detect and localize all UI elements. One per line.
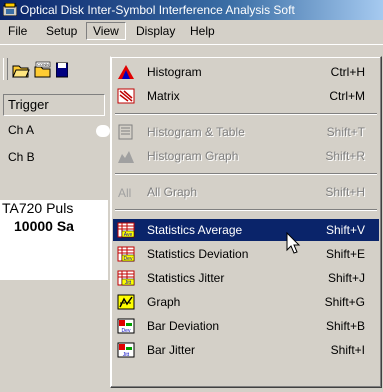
histogram-graph-icon <box>118 151 134 163</box>
histogram-icon <box>118 65 134 79</box>
menu-separator <box>115 173 377 175</box>
menu-item-histogram[interactable]: Histogram Ctrl+H <box>113 61 379 83</box>
menu-file[interactable]: File <box>2 23 33 39</box>
menu-item-histogram-table: Histogram & Table Shift+T <box>113 121 379 143</box>
channel-a-label: Ch A <box>8 123 35 137</box>
toolbar-grip[interactable] <box>3 58 8 80</box>
samples-label: 10000 Sa <box>14 218 74 234</box>
menu-help[interactable]: Help <box>184 23 221 39</box>
window-title: Optical Disk Inter-Symbol Interference A… <box>20 3 295 17</box>
menu-setup[interactable]: Setup <box>40 23 83 39</box>
menu-item-bar-deviation[interactable]: Dev Bar Deviation Shift+B <box>113 315 379 337</box>
menu-item-statistics-jitter[interactable]: Jitt Statistics Jitter Shift+J <box>113 267 379 289</box>
app-icon <box>3 3 17 16</box>
statistics-average-icon: Ave <box>117 222 135 238</box>
save-disk-icon[interactable] <box>56 61 68 79</box>
instrument-label: TA720 Puls <box>2 200 74 216</box>
menu-separator <box>115 209 377 211</box>
channel-a-indicator <box>96 125 110 137</box>
info-pane: TA720 Puls 10000 Sa <box>0 200 108 280</box>
svg-text:Ave: Ave <box>124 232 133 238</box>
menu-item-statistics-deviation[interactable]: Dev Statistics Deviation Shift+E <box>113 243 379 265</box>
menu-view[interactable]: View <box>86 22 126 40</box>
histogram-table-icon <box>118 124 133 140</box>
graph-icon <box>117 294 135 310</box>
menu-item-graph[interactable]: Graph Shift+G <box>113 291 379 313</box>
conn-folder-icon[interactable]: CONN <box>34 61 52 79</box>
trigger-label: Trigger <box>8 97 49 112</box>
menu-separator <box>115 113 377 115</box>
statistics-deviation-icon: Dev <box>117 246 135 262</box>
matrix-icon <box>117 88 135 104</box>
svg-text:Dev: Dev <box>124 256 133 262</box>
svg-text:CONN: CONN <box>37 62 49 67</box>
menu-item-bar-jitter[interactable]: Jitt Bar Jitter Shift+I <box>113 339 379 361</box>
bar-jitter-icon: Jitt <box>117 342 135 358</box>
channel-b-label: Ch B <box>8 150 35 164</box>
menu-bar: File Setup View Display Help <box>0 20 383 40</box>
menu-item-histogram-graph: Histogram Graph Shift+R <box>113 145 379 167</box>
menu-item-statistics-average[interactable]: Ave Statistics Average Shift+V <box>113 219 379 241</box>
svg-text:All: All <box>118 186 131 200</box>
all-graph-icon: All <box>118 186 131 200</box>
acquisition-panel: Trigger Ch A Ch B <box>0 86 110 196</box>
svg-text:Dev: Dev <box>122 328 131 334</box>
title-bar: Optical Disk Inter-Symbol Interference A… <box>0 0 383 20</box>
menu-item-matrix[interactable]: Matrix Ctrl+M <box>113 85 379 107</box>
svg-text:Jitt: Jitt <box>125 280 132 286</box>
mouse-cursor-icon <box>286 232 301 254</box>
view-menu: Histogram Ctrl+H Matrix Ctrl+M Histogram… <box>110 56 382 388</box>
statistics-jitter-icon: Jitt <box>117 270 135 286</box>
bar-deviation-icon: Dev <box>117 318 135 334</box>
svg-text:Jitt: Jitt <box>123 352 130 358</box>
menu-display[interactable]: Display <box>130 23 181 39</box>
open-folder-icon[interactable] <box>12 61 30 79</box>
menu-item-all-graph: All All Graph Shift+H <box>118 185 365 200</box>
